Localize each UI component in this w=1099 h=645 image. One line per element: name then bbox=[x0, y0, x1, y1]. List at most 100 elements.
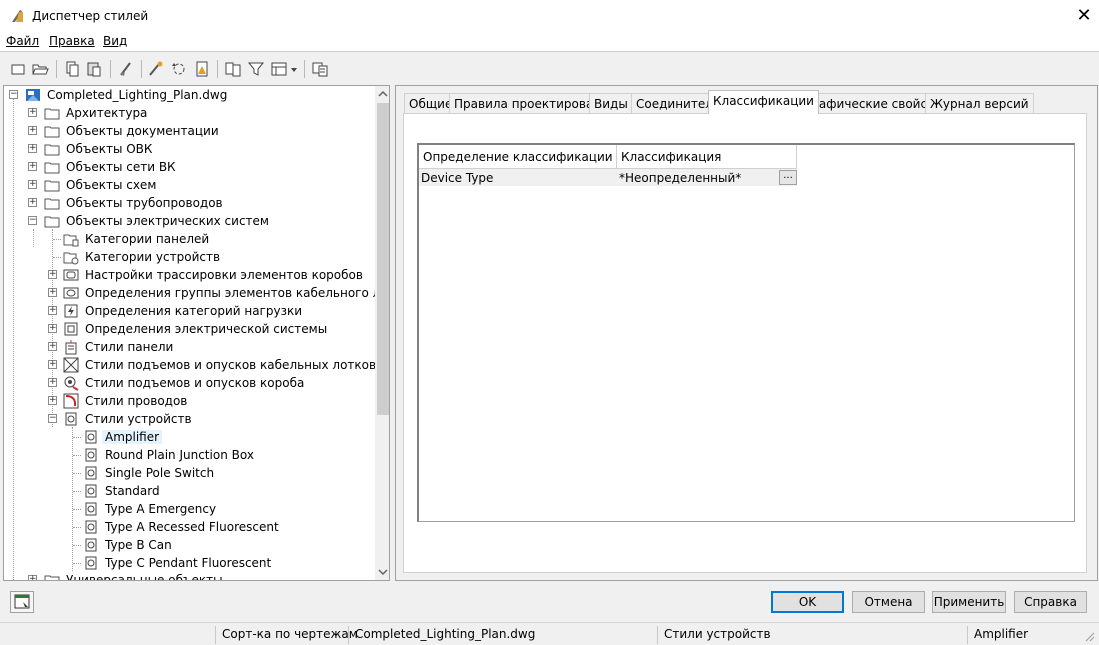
toggle-view-icon[interactable] bbox=[311, 60, 329, 78]
tree-item-panel-styles[interactable]: + Стили панели bbox=[4, 338, 374, 356]
folder-icon bbox=[44, 162, 60, 174]
collapse-icon[interactable]: − bbox=[48, 414, 57, 423]
expand-icon[interactable]: + bbox=[28, 144, 37, 153]
scroll-thumb[interactable] bbox=[377, 103, 389, 415]
expand-icon[interactable]: + bbox=[28, 180, 37, 189]
menu-view[interactable]: Вид bbox=[103, 34, 127, 48]
compare-icon[interactable] bbox=[224, 60, 242, 78]
resize-grip-icon[interactable] bbox=[1083, 630, 1095, 642]
copy-icon[interactable] bbox=[63, 60, 81, 78]
expand-icon[interactable]: + bbox=[48, 396, 57, 405]
view-icon[interactable] bbox=[270, 60, 288, 78]
tree-item-junction-box[interactable]: Round Plain Junction Box bbox=[4, 446, 374, 464]
menu-bar: Файл Правка Вид bbox=[0, 32, 1099, 52]
help-button[interactable]: Справка bbox=[1014, 591, 1087, 613]
new-icon[interactable] bbox=[9, 60, 27, 78]
status-sort: Сорт-ка по чертежам bbox=[215, 626, 358, 644]
apply-button[interactable]: Применить bbox=[932, 591, 1006, 613]
filter-icon[interactable] bbox=[247, 60, 265, 78]
tree-item-type-a-recessed[interactable]: Type A Recessed Fluorescent bbox=[4, 518, 374, 536]
paste-icon[interactable] bbox=[85, 60, 103, 78]
sync-icon[interactable] bbox=[170, 60, 188, 78]
tree-item-panel-categories[interactable]: Категории панелей bbox=[4, 230, 374, 248]
tree-item-cable-tray-rise-drop[interactable]: + Стили подъемов и опусков кабельных лот… bbox=[4, 356, 376, 374]
expand-icon[interactable]: + bbox=[28, 575, 37, 580]
cell-definition: Device Type bbox=[419, 169, 617, 186]
tab-views[interactable]: Виды bbox=[589, 93, 633, 113]
expand-icon[interactable]: + bbox=[48, 288, 57, 297]
expand-icon[interactable]: + bbox=[28, 162, 37, 171]
expand-icon[interactable]: + bbox=[28, 126, 37, 135]
expand-icon[interactable]: + bbox=[48, 324, 57, 333]
menu-edit[interactable]: Правка bbox=[49, 34, 95, 48]
cancel-button[interactable]: Отмена bbox=[852, 591, 925, 613]
collapse-icon[interactable]: − bbox=[9, 90, 18, 99]
tree-item-load-categories[interactable]: + Определения категорий нагрузки bbox=[4, 302, 374, 320]
tree-item-label: Amplifier bbox=[102, 430, 163, 444]
tree-item-label: Объекты трубопроводов bbox=[66, 196, 223, 210]
column-header-classification[interactable]: Классификация bbox=[617, 145, 797, 169]
tree-item-label: Объекты схем bbox=[66, 178, 157, 192]
tree-item-type-a-emergency[interactable]: Type A Emergency bbox=[4, 500, 374, 518]
tree-item-conduit-rise-drop[interactable]: + Стили подъемов и опусков короба bbox=[4, 374, 374, 392]
expand-icon[interactable]: + bbox=[48, 270, 57, 279]
tab-version-history[interactable]: Журнал версий bbox=[925, 93, 1034, 113]
tree-root[interactable]: − Completed_Lighting_Plan.dwg bbox=[4, 86, 374, 104]
open-icon[interactable] bbox=[31, 60, 49, 78]
expand-icon[interactable]: + bbox=[48, 342, 57, 351]
tree-item-hvac[interactable]: + Объекты ОВК bbox=[4, 140, 374, 158]
tree-item-device-styles[interactable]: − Стили устройств bbox=[4, 410, 374, 428]
expand-icon[interactable]: + bbox=[48, 360, 57, 369]
device-style-icon bbox=[85, 538, 97, 552]
tree-item-type-c-pendant[interactable]: Type C Pendant Fluorescent bbox=[4, 554, 374, 572]
tree-item-piping[interactable]: + Объекты трубопроводов bbox=[4, 194, 374, 212]
tree-item-cable-tray-groups[interactable]: + Определения группы элементов кабельног… bbox=[4, 284, 389, 302]
expand-icon[interactable]: + bbox=[48, 378, 57, 387]
tree-item-label: Объекты электрических систем bbox=[66, 214, 269, 228]
column-header-definition[interactable]: Определение классификации bbox=[419, 145, 617, 169]
style-tree[interactable]: − Completed_Lighting_Plan.dwg + Архитект… bbox=[3, 85, 390, 581]
tree-scrollbar[interactable] bbox=[375, 86, 389, 580]
collapse-icon[interactable]: − bbox=[28, 216, 37, 225]
scroll-up-icon[interactable] bbox=[378, 89, 388, 99]
edit-style-icon[interactable] bbox=[147, 60, 165, 78]
tree-item-single-pole-switch[interactable]: Single Pole Switch bbox=[4, 464, 374, 482]
tree-item-type-b-can[interactable]: Type B Can bbox=[4, 536, 374, 554]
tree-item-cable-tray-routing[interactable]: + Настройки трассировки элементов коробо… bbox=[4, 266, 374, 284]
purge-icon[interactable] bbox=[117, 60, 135, 78]
cell-classification[interactable]: *Неопределенный* bbox=[617, 169, 797, 186]
browse-button[interactable]: ... bbox=[779, 170, 797, 185]
classification-grid[interactable]: Определение классификации Классификация … bbox=[417, 143, 1075, 522]
tab-classifications[interactable]: Классификации bbox=[708, 90, 819, 114]
window-title: Диспетчер стилей bbox=[32, 9, 149, 23]
app-icon bbox=[12, 10, 23, 22]
expand-icon[interactable]: + bbox=[28, 198, 37, 207]
tree-item-electrical[interactable]: − Объекты электрических систем bbox=[4, 212, 374, 230]
tree-item-device-categories[interactable]: Категории устройств bbox=[4, 248, 374, 266]
tree-item-label: Универсальные объекты bbox=[66, 573, 223, 581]
tree-item-plumbing[interactable]: + Объекты сети ВК bbox=[4, 158, 374, 176]
tree-item-standard[interactable]: Standard bbox=[4, 482, 374, 500]
category-folder-icon bbox=[63, 234, 79, 247]
ok-button[interactable]: OK bbox=[771, 591, 844, 613]
tree-item-electrical-system[interactable]: + Определения электрической системы bbox=[4, 320, 374, 338]
tree-item-documentation[interactable]: + Объекты документации bbox=[4, 122, 374, 140]
tree-item-wire-styles[interactable]: + Стили проводов bbox=[4, 392, 374, 410]
menu-file[interactable]: Файл bbox=[6, 34, 39, 48]
dropdown-icon[interactable] bbox=[289, 60, 299, 78]
tree-item-label: Определения группы элементов кабельного … bbox=[85, 286, 390, 300]
expand-icon[interactable]: + bbox=[48, 306, 57, 315]
tree-item-amplifier[interactable]: Amplifier bbox=[4, 428, 374, 446]
expand-icon[interactable]: + bbox=[28, 108, 37, 117]
close-icon[interactable]: ✕ bbox=[1072, 4, 1096, 28]
device-style-icon bbox=[85, 466, 97, 480]
toolbar bbox=[0, 54, 1099, 84]
tree-item-schematic[interactable]: + Объекты схем bbox=[4, 176, 374, 194]
scroll-down-icon[interactable] bbox=[378, 567, 388, 577]
toggle-view-button[interactable] bbox=[10, 591, 34, 613]
drawing-icon bbox=[26, 89, 40, 101]
warning-icon[interactable] bbox=[193, 60, 211, 78]
tree-item-architecture[interactable]: + Архитектура bbox=[4, 104, 374, 122]
tree-item-generic-objects[interactable]: + Универсальные объекты bbox=[4, 571, 374, 581]
lightning-icon bbox=[64, 304, 78, 318]
